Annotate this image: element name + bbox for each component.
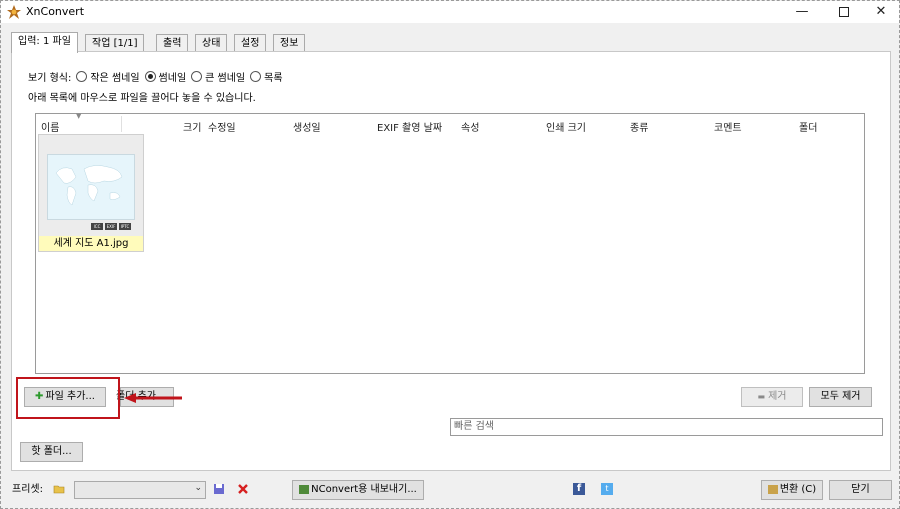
- icc-badge-icon: ICC: [91, 223, 103, 230]
- preset-label: 프리셋:: [12, 484, 43, 495]
- tab-status[interactable]: 상태: [195, 34, 228, 52]
- radio-large-thumbnail-label[interactable]: 큰 썸네일: [205, 69, 245, 84]
- column-name[interactable]: 이름: [41, 119, 59, 134]
- remove-button[interactable]: ▬ 제거: [741, 387, 803, 407]
- preset-select[interactable]: ⌄: [74, 481, 206, 499]
- column-folder[interactable]: 폴더: [799, 119, 817, 134]
- sort-arrow-icon: ▼: [76, 112, 82, 120]
- column-created[interactable]: 생성일: [293, 119, 321, 134]
- column-modified[interactable]: 수정일: [208, 119, 236, 134]
- file-thumbnail-item[interactable]: ICC EXIF IPTC 세계 지도 A1.jpg: [38, 134, 144, 252]
- xnconvert-logo-icon: [7, 5, 21, 19]
- maximize-icon[interactable]: [826, 1, 862, 23]
- tab-output[interactable]: 출력: [156, 34, 189, 52]
- column-type[interactable]: 종류: [630, 119, 648, 134]
- iptc-badge-icon: IPTC: [119, 223, 131, 230]
- convert-icon: [767, 484, 778, 494]
- view-mode-group: 보기 형식: 작은 썸네일 썸네일 큰 썸네일 목록: [28, 69, 283, 84]
- twitter-icon[interactable]: t: [601, 483, 613, 495]
- column-attributes[interactable]: 속성: [461, 119, 479, 134]
- minus-icon: ▬: [757, 392, 766, 401]
- view-mode-label: 보기 형식:: [28, 73, 72, 84]
- radio-thumbnail[interactable]: [144, 71, 156, 82]
- close-button[interactable]: 닫기: [829, 480, 892, 500]
- radio-list[interactable]: [250, 71, 262, 82]
- tab-settings[interactable]: 설정: [234, 34, 267, 52]
- export-nconvert-button[interactable]: NConvert용 내보내기...: [292, 480, 424, 500]
- radio-list-label[interactable]: 목록: [264, 69, 282, 84]
- world-map-thumbnail-image: [47, 154, 135, 220]
- chevron-down-icon: ⌄: [194, 483, 202, 493]
- column-print-size[interactable]: 인쇄 크기: [546, 119, 586, 134]
- column-divider: [121, 116, 122, 132]
- hot-folder-button[interactable]: 핫 폴더...: [20, 442, 83, 462]
- facebook-icon[interactable]: f: [573, 483, 585, 495]
- radio-large-thumbnail[interactable]: [191, 71, 203, 82]
- convert-button[interactable]: 변환 (C): [761, 480, 823, 500]
- exif-badge-icon: EXIF: [105, 223, 117, 230]
- tab-actions[interactable]: 작업 [1/1]: [85, 34, 145, 52]
- title-bar: XnConvert — ✕: [1, 1, 899, 23]
- tab-about[interactable]: 정보: [273, 34, 306, 52]
- tab-input[interactable]: 입력: 1 파일: [11, 32, 78, 53]
- quick-search-input[interactable]: 빠른 검색: [450, 418, 883, 436]
- open-folder-icon[interactable]: [53, 483, 65, 495]
- save-icon[interactable]: [213, 483, 225, 495]
- file-name-label: 세계 지도 A1.jpg: [39, 236, 143, 251]
- close-icon[interactable]: ✕: [863, 1, 899, 23]
- remove-all-button[interactable]: 모두 제거: [809, 387, 872, 407]
- highlight-box: [16, 377, 120, 419]
- radio-small-thumbnail-label[interactable]: 작은 썸네일: [90, 69, 139, 84]
- nconvert-icon: [299, 484, 310, 494]
- column-exif-date[interactable]: EXIF 촬영 날짜: [377, 119, 442, 134]
- column-comment[interactable]: 코멘트: [714, 119, 742, 134]
- drag-drop-hint: 아래 목록에 마우스로 파일을 끌어다 놓을 수 있습니다.: [28, 93, 256, 104]
- window-title: XnConvert: [26, 5, 85, 18]
- red-arrow-annotation: [124, 393, 182, 403]
- minimize-icon[interactable]: —: [784, 1, 820, 23]
- file-list[interactable]: ▼ 이름 크기 수정일 생성일 EXIF 촬영 날짜 속성 인쇄 크기 종류 코…: [35, 112, 865, 374]
- delete-icon[interactable]: [237, 483, 249, 495]
- radio-thumbnail-label[interactable]: 썸네일: [159, 69, 187, 84]
- radio-small-thumbnail[interactable]: [76, 71, 88, 82]
- column-size[interactable]: 크기: [183, 119, 201, 134]
